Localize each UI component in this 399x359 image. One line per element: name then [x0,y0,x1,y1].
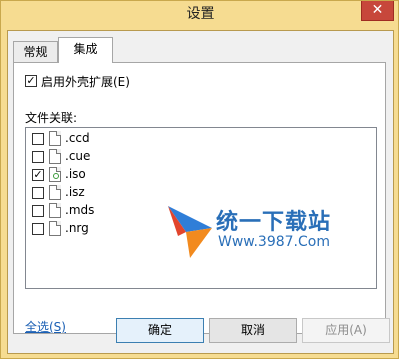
file-icon [49,203,61,218]
file-icon [49,185,61,200]
shell-extension-checkbox[interactable]: ✓ [25,75,37,87]
file-icon [49,221,61,236]
watermark-url: Www.3987.Com [218,234,330,250]
ok-button[interactable]: 确定 [116,318,204,343]
extension-label: .iso [65,167,86,181]
iso-checkbox[interactable]: ✓ [32,169,44,181]
watermark-logo: 统一下载站 Www.3987.Com [166,202,376,262]
extension-label: .ccd [65,131,90,145]
extension-label: .cue [65,149,91,163]
list-item-cue[interactable]: .cue [26,148,226,166]
shell-extension-label[interactable]: 启用外壳扩展(E) [41,73,130,90]
cue-checkbox[interactable] [32,151,44,163]
integration-panel: ✓ 启用外壳扩展(E) 文件关联: .ccd .cue ✓ .iso .isz … [13,62,386,334]
watermark-name: 统一下载站 [216,210,332,235]
file-association-label: 文件关联: [25,111,78,125]
list-item-isz[interactable]: .isz [26,184,226,202]
list-item-ccd[interactable]: .ccd [26,130,226,148]
nrg-checkbox[interactable] [32,223,44,235]
select-all-link[interactable]: 全选(S) [25,318,66,335]
settings-window: 设置 ✕ 常规 集成 ✓ 启用外壳扩展(E) 文件关联: .ccd .cue ✓… [0,0,399,359]
extension-label: .mds [65,203,95,217]
file-icon [49,131,61,146]
extension-label: .nrg [65,221,89,235]
ccd-checkbox[interactable] [32,133,44,145]
disc-file-icon [49,167,61,182]
cancel-button[interactable]: 取消 [209,318,297,343]
apply-button[interactable]: 应用(A) [302,318,390,343]
tab-general[interactable]: 常规 [13,41,58,62]
close-icon: ✕ [371,2,384,18]
file-association-list[interactable]: .ccd .cue ✓ .iso .isz .mds .nrg 统一下载站 Ww… [25,127,377,289]
file-icon [49,149,61,164]
mds-checkbox[interactable] [32,205,44,217]
tab-integration[interactable]: 集成 [58,37,113,63]
watermark-logo-icon [168,206,212,258]
title-bar[interactable]: 设置 ✕ [1,1,399,29]
extension-label: .isz [65,185,85,199]
dialog-client-area: 常规 集成 ✓ 启用外壳扩展(E) 文件关联: .ccd .cue ✓ .iso… [7,30,394,354]
list-item-iso[interactable]: ✓ .iso [26,166,226,184]
isz-checkbox[interactable] [32,187,44,199]
close-button[interactable]: ✕ [361,1,394,21]
window-title: 设置 [186,6,215,22]
